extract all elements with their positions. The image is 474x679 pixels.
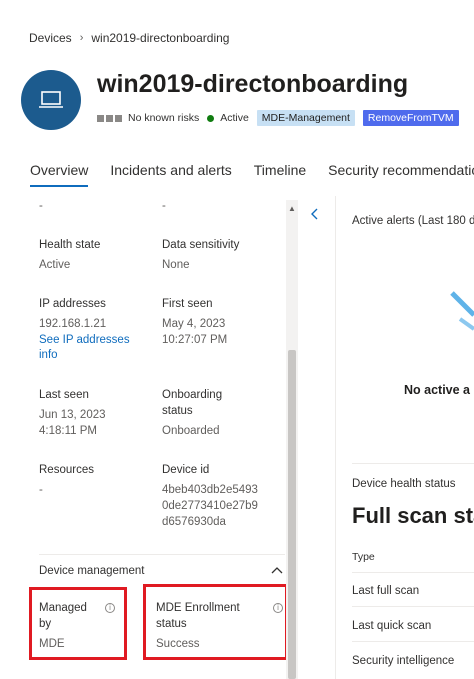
scrollbar-thumb[interactable] bbox=[288, 350, 296, 679]
alerts-illustration-icon bbox=[450, 291, 474, 331]
active-alerts-title: Active alerts (Last 180 d bbox=[352, 215, 474, 227]
tab-security-recommendations[interactable]: Security recommendations bbox=[328, 162, 474, 186]
device-id-label: Device id bbox=[162, 464, 210, 476]
tag-remove-from-tvm[interactable]: RemoveFromTVM bbox=[362, 110, 459, 126]
row-divider bbox=[352, 606, 474, 607]
tab-timeline[interactable]: Timeline bbox=[254, 162, 306, 186]
section-divider bbox=[352, 463, 474, 464]
laptop-icon bbox=[39, 91, 63, 108]
first-seen-time: 10:27:07 PM bbox=[162, 334, 228, 346]
breadcrumb-devices-link[interactable]: Devices bbox=[29, 31, 72, 45]
field-value: - bbox=[39, 200, 43, 212]
status-text: Active bbox=[220, 112, 249, 124]
resources-label: Resources bbox=[39, 464, 94, 476]
resources-value: - bbox=[39, 484, 43, 496]
field-value: - bbox=[162, 200, 166, 212]
device-id-value: d6576930da bbox=[162, 516, 226, 528]
last-full-scan-row: Last full scan bbox=[352, 585, 420, 597]
onboarding-status-label-cont: status bbox=[162, 405, 193, 417]
panel-divider bbox=[335, 196, 336, 679]
health-state-label: Health state bbox=[39, 239, 101, 251]
type-column-header: Type bbox=[352, 551, 375, 563]
first-seen-date: May 4, 2023 bbox=[162, 318, 226, 330]
breadcrumb: Devices › win2019-directonboarding bbox=[29, 31, 229, 45]
see-ip-addresses-link[interactable]: See IP addresses bbox=[39, 332, 130, 348]
breadcrumb-current: win2019-directonboarding bbox=[91, 31, 230, 45]
data-sensitivity-label: Data sensitivity bbox=[162, 239, 240, 251]
last-seen-date: Jun 13, 2023 bbox=[39, 409, 106, 421]
section-divider bbox=[39, 554, 285, 555]
tab-incidents-alerts[interactable]: Incidents and alerts bbox=[110, 162, 231, 186]
tab-overview[interactable]: Overview bbox=[30, 162, 89, 187]
ip-address-value: 192.168.1.21 bbox=[39, 318, 107, 330]
status-active-icon bbox=[207, 114, 215, 122]
device-health-status-label: Device health status bbox=[352, 478, 456, 490]
tag-mde-management[interactable]: MDE-Management bbox=[256, 110, 355, 126]
chevron-up-icon[interactable] bbox=[270, 565, 284, 575]
last-seen-time: 4:18:11 PM bbox=[39, 425, 97, 437]
collapse-panel-icon[interactable] bbox=[309, 207, 319, 221]
onboarding-status-label: Onboarding bbox=[162, 389, 223, 401]
row-divider bbox=[352, 641, 474, 642]
device-id-value: 0de2773410e27b9 bbox=[162, 500, 258, 512]
last-quick-scan-row: Last quick scan bbox=[352, 620, 432, 632]
device-avatar bbox=[21, 70, 81, 130]
ip-addresses-label: IP addresses bbox=[39, 298, 106, 310]
scroll-up-icon[interactable]: ▲ bbox=[288, 204, 296, 213]
security-intelligence-row: Security intelligence bbox=[352, 655, 455, 667]
chevron-right-icon: › bbox=[79, 32, 84, 44]
device-id-value: 4beb403db2e5493 bbox=[162, 484, 258, 496]
highlight-box-mde-enrollment bbox=[143, 584, 288, 660]
onboarding-status-value: Onboarded bbox=[162, 425, 220, 437]
health-state-value: Active bbox=[39, 259, 71, 271]
row-divider bbox=[352, 572, 474, 573]
highlight-box-managed-by bbox=[29, 587, 127, 660]
no-active-alerts-text: No active a bbox=[404, 383, 471, 397]
see-ip-addresses-link-cont[interactable]: info bbox=[39, 347, 58, 363]
page-title: win2019-directonboarding bbox=[97, 70, 409, 98]
device-management-header[interactable]: Device management bbox=[39, 565, 144, 577]
last-seen-label: Last seen bbox=[39, 389, 89, 401]
tab-bar: Overview Incidents and alerts Timeline S… bbox=[30, 162, 474, 187]
risk-level-icon bbox=[97, 114, 122, 122]
first-seen-label: First seen bbox=[162, 298, 213, 310]
data-sensitivity-value: None bbox=[162, 259, 190, 271]
risk-text: No known risks bbox=[128, 112, 200, 124]
device-meta-row: No known risks Active MDE-Management Rem… bbox=[97, 110, 459, 126]
full-scan-status-heading: Full scan sta bbox=[352, 503, 474, 528]
